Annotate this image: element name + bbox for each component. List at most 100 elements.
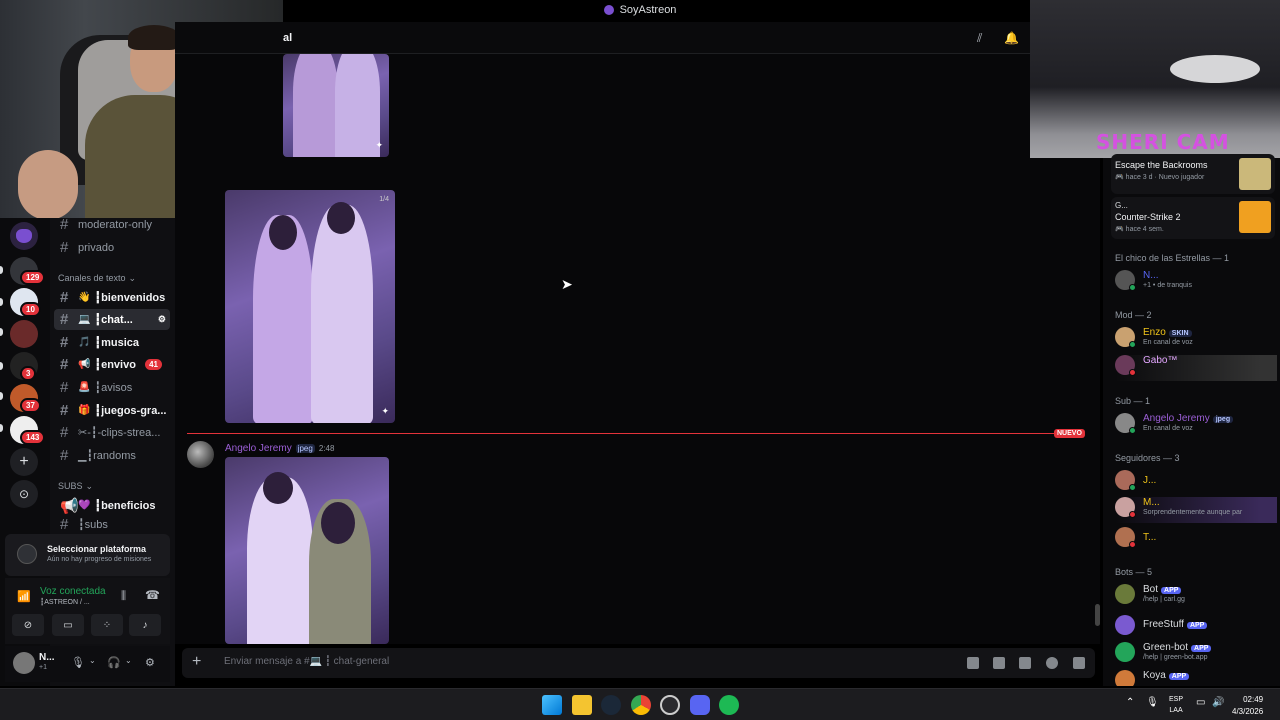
emoji-icon[interactable] bbox=[1046, 657, 1058, 669]
pet-cam-label: SHERI CAM bbox=[1096, 130, 1230, 154]
noise-suppression-icon[interactable]: ⫼ bbox=[121, 590, 126, 603]
member-status: /help | carl.gg bbox=[1143, 596, 1185, 603]
activities-button[interactable]: ⁘ bbox=[91, 614, 123, 636]
spotify-icon[interactable] bbox=[719, 695, 739, 715]
add-server-icon[interactable]: + bbox=[10, 448, 38, 476]
disconnect-icon[interactable]: ☎ bbox=[145, 588, 160, 602]
gif-icon[interactable] bbox=[993, 657, 1005, 669]
category-label: Canales de texto bbox=[58, 273, 126, 283]
server-icon bbox=[603, 5, 614, 15]
message-author[interactable]: Angelo Jeremy bbox=[225, 443, 292, 454]
channel-emoji: 👋 bbox=[78, 292, 91, 303]
clock[interactable]: 02:49 4/3/2026 bbox=[1232, 694, 1263, 718]
steam-icon[interactable] bbox=[601, 695, 621, 715]
server-badge: 143 bbox=[20, 430, 46, 445]
status-dot bbox=[1129, 341, 1136, 348]
avatar[interactable] bbox=[13, 652, 35, 674]
threads-icon[interactable]: ⫽ bbox=[977, 31, 991, 45]
chat-header bbox=[175, 22, 1030, 54]
user-name[interactable]: N... bbox=[39, 652, 55, 663]
member-status: En canal de voz bbox=[1143, 339, 1193, 346]
channel-chat-general[interactable]: # 💻 ┇chat... ⚙ bbox=[54, 309, 170, 330]
language-indicator[interactable]: ESP LAA bbox=[1169, 694, 1183, 716]
member-item[interactable]: Green-bot APP/help | green-bot.app bbox=[1115, 642, 1277, 668]
sticker-icon[interactable] bbox=[1019, 657, 1031, 669]
attachment-image[interactable] bbox=[225, 457, 389, 644]
streamer-hair bbox=[128, 25, 180, 50]
headphones-icon[interactable]: 🎧 bbox=[107, 656, 121, 669]
member-item[interactable]: J... bbox=[1115, 470, 1277, 496]
server-badge: 3 bbox=[20, 366, 37, 381]
hash-icon: # bbox=[60, 517, 69, 531]
server-icon-4[interactable] bbox=[10, 320, 38, 348]
member-item[interactable]: Koya APP bbox=[1115, 670, 1277, 686]
windows-start-icon[interactable] bbox=[542, 695, 562, 715]
settings-gear-icon[interactable]: ⚙ bbox=[158, 314, 166, 325]
soundboard-button[interactable]: ♪ bbox=[129, 614, 161, 636]
member-item[interactable]: Enzo SKIN En canal de voz bbox=[1115, 327, 1277, 353]
file-explorer-icon[interactable] bbox=[572, 695, 592, 715]
sparkle-icon: ✦ bbox=[381, 406, 389, 416]
chevron-down-icon: ⌄ bbox=[85, 481, 94, 491]
photo-figure-hair bbox=[269, 215, 297, 250]
channel-emoji: 🎵 bbox=[78, 337, 91, 348]
channel-title: al bbox=[283, 32, 293, 44]
activity-title: Escape the Backrooms bbox=[1115, 160, 1208, 170]
channel-label: ┇chat... bbox=[94, 314, 133, 326]
attachment-image[interactable]: 1/4 ✦ bbox=[225, 190, 395, 423]
activity-time: hace 3 d bbox=[1125, 174, 1153, 181]
scrollbar[interactable] bbox=[1095, 604, 1100, 626]
announcement-icon: 📢 bbox=[60, 497, 79, 515]
hash-icon: # bbox=[60, 447, 69, 464]
member-item[interactable]: FreeStuff APP bbox=[1115, 615, 1277, 641]
volume-icon[interactable]: 🔊 bbox=[1212, 697, 1224, 708]
server-badge: 10 bbox=[20, 302, 41, 317]
screen-share-button[interactable]: ▭ bbox=[52, 614, 84, 636]
activity-card[interactable]: Escape the Backrooms 🎮 hace 3 d · Nuevo … bbox=[1111, 154, 1275, 194]
chevron-down-icon[interactable]: ⌄ bbox=[125, 656, 132, 665]
member-item[interactable]: Gabo™ bbox=[1115, 355, 1277, 381]
message-composer[interactable]: + Enviar mensaje a #💻 ┇ chat-general bbox=[182, 648, 1095, 678]
member-item[interactable]: Bot APP/help | carl.gg bbox=[1115, 584, 1277, 610]
gift-icon[interactable] bbox=[967, 657, 979, 669]
chevron-down-icon[interactable]: ⌄ bbox=[89, 656, 96, 665]
member-item[interactable]: N... +1 • de tranquis bbox=[1115, 270, 1277, 296]
obs-icon[interactable] bbox=[660, 695, 680, 715]
cat-shape bbox=[1170, 55, 1260, 83]
network-icon[interactable]: ▭ bbox=[1196, 697, 1205, 708]
channel-label: privado bbox=[78, 241, 115, 254]
voice-channel[interactable]: ┇ASTREON / ... bbox=[40, 598, 90, 606]
voice-status[interactable]: Voz conectada bbox=[40, 586, 106, 597]
avatar[interactable] bbox=[187, 441, 214, 468]
attach-plus-icon[interactable]: + bbox=[192, 653, 201, 671]
unread-pill bbox=[0, 298, 3, 306]
activity-card[interactable]: G... Counter-Strike 2 🎮 hace 4 sem. bbox=[1111, 197, 1275, 239]
taskbar: ⌃ 🎙 ESP LAA ▭ 🔊 02:49 4/3/2026 bbox=[0, 688, 1280, 720]
member-item[interactable]: M... Sorprendentemente aunque par bbox=[1115, 497, 1277, 523]
gear-icon[interactable]: ⚙ bbox=[145, 656, 155, 669]
unread-pill bbox=[0, 392, 3, 400]
member-group-header: El chico de las Estrellas — 1 bbox=[1115, 253, 1230, 263]
channel-label: ▁┇randoms bbox=[78, 450, 136, 462]
server-icon-cat[interactable] bbox=[10, 222, 38, 250]
avatar bbox=[1115, 584, 1135, 604]
member-status: +1 • de tranquis bbox=[1143, 282, 1192, 289]
hash-icon: # bbox=[60, 402, 69, 419]
chevron-up-icon[interactable]: ⌃ bbox=[1126, 697, 1134, 708]
microphone-icon[interactable]: 🎙 bbox=[71, 656, 85, 669]
discord-icon[interactable] bbox=[690, 695, 710, 715]
camera-off-button[interactable]: ⊘ bbox=[12, 614, 44, 636]
apps-icon[interactable] bbox=[1073, 657, 1085, 669]
member-item[interactable]: T... bbox=[1115, 527, 1277, 553]
discover-icon[interactable]: ⊙ bbox=[10, 480, 38, 508]
channel-envivo[interactable]: # 📢 ┇envivo 41 bbox=[54, 354, 170, 375]
chrome-icon[interactable] bbox=[631, 695, 651, 715]
microphone-icon[interactable]: 🎙 bbox=[1146, 697, 1159, 708]
attachment-image[interactable]: ✦ bbox=[283, 54, 389, 157]
member-item[interactable]: Angelo Jeremy jpeg En canal de voz bbox=[1115, 413, 1277, 439]
bell-icon[interactable]: 🔔 bbox=[1004, 31, 1019, 45]
member-name: Gabo™ bbox=[1143, 355, 1178, 366]
status-dot bbox=[1129, 511, 1136, 518]
hash-icon: # bbox=[60, 289, 69, 306]
quest-panel[interactable]: Seleccionar plataforma Aún no hay progre… bbox=[5, 534, 170, 576]
